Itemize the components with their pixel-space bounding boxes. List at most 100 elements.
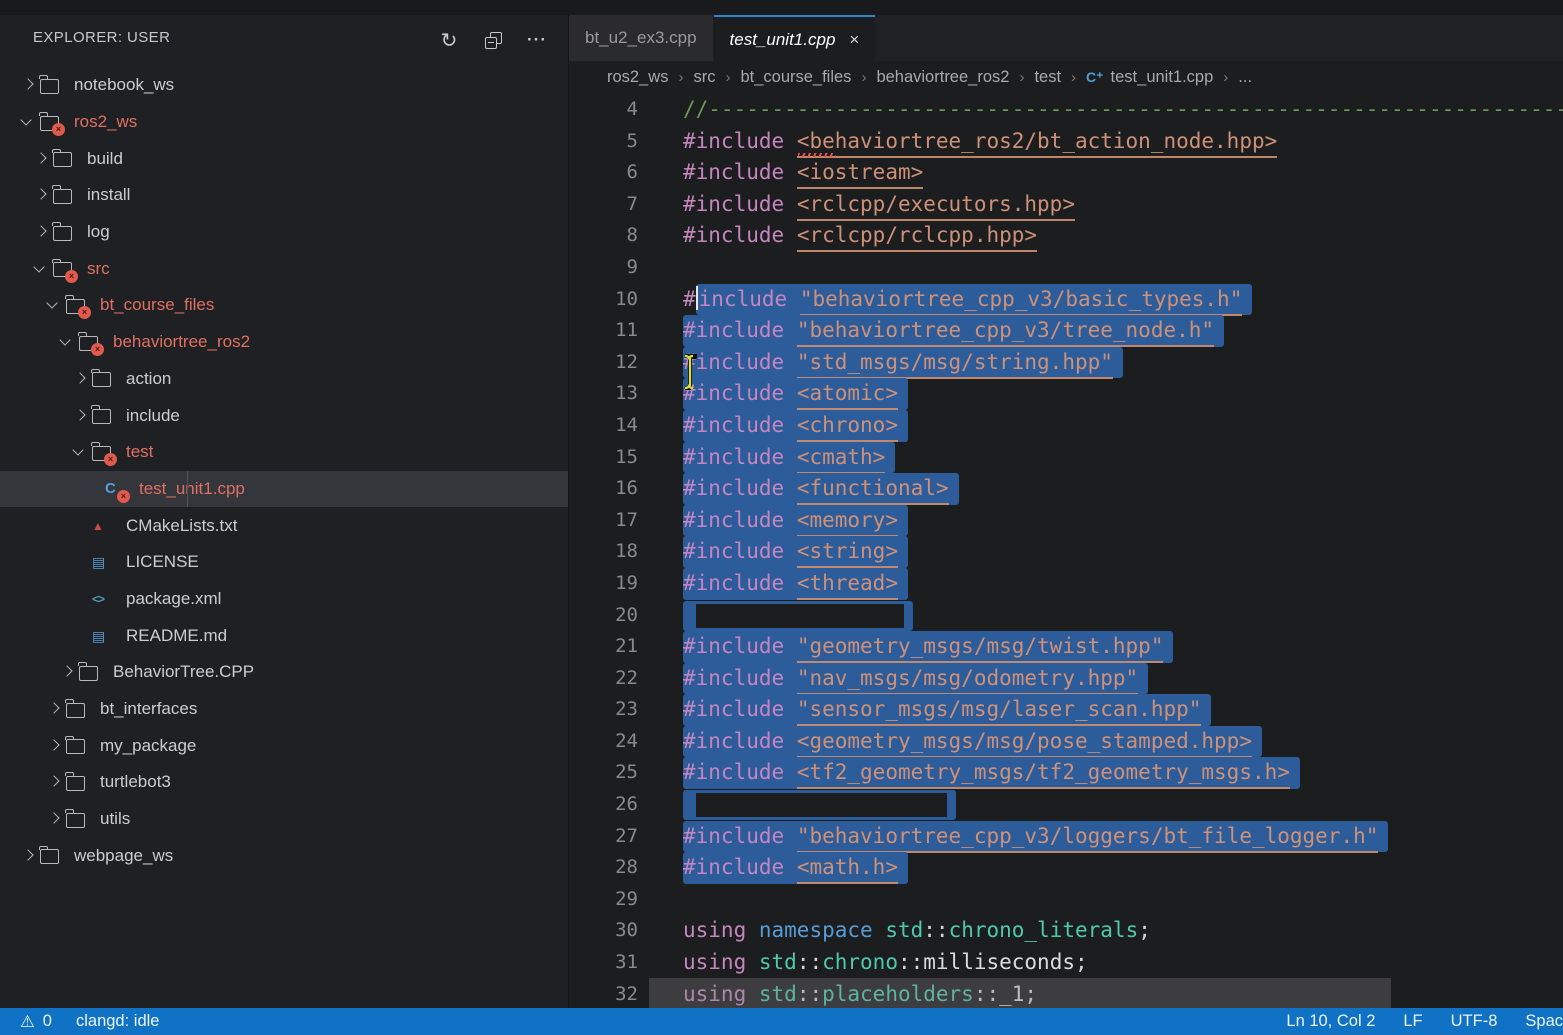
breadcrumb-item-ros2-ws[interactable]: ros2_ws <box>607 68 668 87</box>
code-line[interactable]: 10#include "behaviortree_cpp_v3/basic_ty… <box>569 284 1563 316</box>
line-number[interactable]: 8 <box>569 220 638 252</box>
chevron-right-icon[interactable] <box>44 701 66 717</box>
line-number[interactable]: 9 <box>569 252 638 284</box>
chevron-right-icon[interactable] <box>44 738 66 754</box>
tree-item-test-unit1-cpp[interactable]: C×test_unit1.cpp <box>0 471 568 508</box>
chevron-right-icon[interactable] <box>31 224 53 240</box>
chevron-down-icon[interactable] <box>18 114 40 130</box>
tree-item-turtlebot3[interactable]: turtlebot3 <box>0 764 568 801</box>
tree-item-bt-course-files[interactable]: ×bt_course_files <box>0 287 568 324</box>
line-number[interactable]: 5 <box>569 126 638 158</box>
code-line[interactable]: 11#include "behaviortree_cpp_v3/tree_nod… <box>569 315 1563 347</box>
line-number[interactable]: 17 <box>569 505 638 537</box>
code-line[interactable]: 22#include "nav_msgs/msg/odometry.hpp" <box>569 663 1563 695</box>
code-line[interactable]: 31using std::chrono::milliseconds; <box>569 947 1563 979</box>
tree-item-action[interactable]: action <box>0 361 568 398</box>
horizontal-scrollbar[interactable] <box>649 978 1391 1008</box>
tree-item-install[interactable]: install <box>0 177 568 214</box>
breadcrumb-item-behaviortree-ros2[interactable]: behaviortree_ros2 <box>876 68 1009 87</box>
warnings-indicator[interactable]: ⚠ 0 <box>20 1012 52 1032</box>
chevron-down-icon[interactable] <box>44 297 66 313</box>
chevron-down-icon[interactable] <box>57 334 79 350</box>
code-line[interactable]: 5#include <behaviortree_ros2/bt_action_n… <box>569 126 1563 158</box>
line-number[interactable]: 22 <box>569 663 638 695</box>
breadcrumb-item-bt-course-files[interactable]: bt_course_files <box>740 68 851 87</box>
chevron-right-icon[interactable] <box>70 408 92 424</box>
line-number[interactable]: 20 <box>569 600 638 632</box>
code-line[interactable]: 7#include <rclcpp/executors.hpp> <box>569 189 1563 221</box>
line-number[interactable]: 21 <box>569 631 638 663</box>
code-line[interactable]: 26 <box>569 789 1563 821</box>
code-line[interactable]: 19#include <thread> <box>569 568 1563 600</box>
line-number[interactable]: 13 <box>569 378 638 410</box>
code-line[interactable]: 23#include "sensor_msgs/msg/laser_scan.h… <box>569 694 1563 726</box>
tree-item-behaviortree-ros2[interactable]: ×behaviortree_ros2 <box>0 324 568 361</box>
code-line[interactable]: 30using namespace std::chrono_literals; <box>569 915 1563 947</box>
code-line[interactable]: 20 <box>569 600 1563 632</box>
tree-item-log[interactable]: log <box>0 214 568 251</box>
tree-item-package-xml[interactable]: <>package.xml <box>0 581 568 618</box>
chevron-right-icon[interactable] <box>57 664 79 680</box>
tab-bt-u2-ex3-cpp[interactable]: bt_u2_ex3.cpp <box>569 15 713 61</box>
line-number[interactable]: 10 <box>569 284 638 316</box>
code-line[interactable]: 12#include "std_msgs/msg/string.hpp" <box>569 347 1563 379</box>
tree-item-bt-interfaces[interactable]: bt_interfaces <box>0 691 568 728</box>
line-number[interactable]: 12 <box>569 347 638 379</box>
code-line[interactable]: 13#include <atomic> <box>569 378 1563 410</box>
encoding-indicator[interactable]: UTF-8 <box>1451 1012 1498 1031</box>
clangd-status[interactable]: clangd: idle <box>76 1012 159 1031</box>
line-number[interactable]: 15 <box>569 442 638 474</box>
line-number[interactable]: 7 <box>569 189 638 221</box>
collapse-folders-icon[interactable] <box>478 25 508 55</box>
chevron-right-icon[interactable] <box>18 848 40 864</box>
tab-test-unit1-cpp[interactable]: test_unit1.cpp× <box>714 15 876 63</box>
eol-indicator[interactable]: LF <box>1403 1012 1422 1031</box>
tree-item-cmakelists-txt[interactable]: ▲CMakeLists.txt <box>0 507 568 544</box>
line-number[interactable]: 25 <box>569 757 638 789</box>
line-number[interactable]: 14 <box>569 410 638 442</box>
tree-item-ros2-ws[interactable]: ×ros2_ws <box>0 104 568 141</box>
line-number[interactable]: 16 <box>569 473 638 505</box>
code-line[interactable]: 27#include "behaviortree_cpp_v3/loggers/… <box>569 821 1563 853</box>
tree-item-include[interactable]: include <box>0 397 568 434</box>
breadcrumb-item-test-unit1-cpp[interactable]: C⁺test_unit1.cpp <box>1086 68 1213 87</box>
more-actions-icon[interactable]: ··· <box>522 25 552 55</box>
tree-item-license[interactable]: ▤LICENSE <box>0 544 568 581</box>
code-line[interactable]: 15#include <cmath> <box>569 442 1563 474</box>
code-line[interactable]: 21#include "geometry_msgs/msg/twist.hpp" <box>569 631 1563 663</box>
code-line[interactable]: 14#include <chrono> <box>569 410 1563 442</box>
line-number[interactable]: 27 <box>569 821 638 853</box>
chevron-right-icon[interactable] <box>18 77 40 93</box>
line-number[interactable]: 32 <box>569 979 638 1008</box>
cursor-position-indicator[interactable]: Ln 10, Col 2 <box>1286 1012 1375 1031</box>
line-number[interactable]: 23 <box>569 694 638 726</box>
tree-item-src[interactable]: ×src <box>0 250 568 287</box>
tree-item-webpage-ws[interactable]: webpage_ws <box>0 837 568 874</box>
line-number[interactable]: 18 <box>569 536 638 568</box>
line-number[interactable]: 29 <box>569 884 638 916</box>
breadcrumb-item-src[interactable]: src <box>693 68 715 87</box>
line-number[interactable]: 24 <box>569 726 638 758</box>
code-line[interactable]: 25#include <tf2_geometry_msgs/tf2_geomet… <box>569 757 1563 789</box>
chevron-right-icon[interactable] <box>31 187 53 203</box>
code-line[interactable]: 17#include <memory> <box>569 505 1563 537</box>
tree-item-test[interactable]: ×test <box>0 434 568 471</box>
close-icon[interactable]: × <box>849 30 859 50</box>
code-line[interactable]: 18#include <string> <box>569 536 1563 568</box>
line-number[interactable]: 11 <box>569 315 638 347</box>
code-line[interactable]: 6#include <iostream> <box>569 157 1563 189</box>
line-number[interactable]: 28 <box>569 852 638 884</box>
code-line[interactable]: 28#include <math.h> <box>569 852 1563 884</box>
refresh-explorer-icon[interactable]: ↻ <box>434 25 464 55</box>
line-number[interactable]: 31 <box>569 947 638 979</box>
chevron-right-icon[interactable] <box>31 151 53 167</box>
code-line[interactable]: 9 <box>569 252 1563 284</box>
chevron-right-icon[interactable] <box>70 371 92 387</box>
indentation-indicator[interactable]: Spac <box>1525 1012 1563 1031</box>
tree-item-readme-md[interactable]: ▤README.md <box>0 617 568 654</box>
tree-item-utils[interactable]: utils <box>0 801 568 838</box>
chevron-down-icon[interactable] <box>31 261 53 277</box>
code-line[interactable]: 16#include <functional> <box>569 473 1563 505</box>
tree-item-behaviortree-cpp[interactable]: BehaviorTree.CPP <box>0 654 568 691</box>
line-number[interactable]: 19 <box>569 568 638 600</box>
